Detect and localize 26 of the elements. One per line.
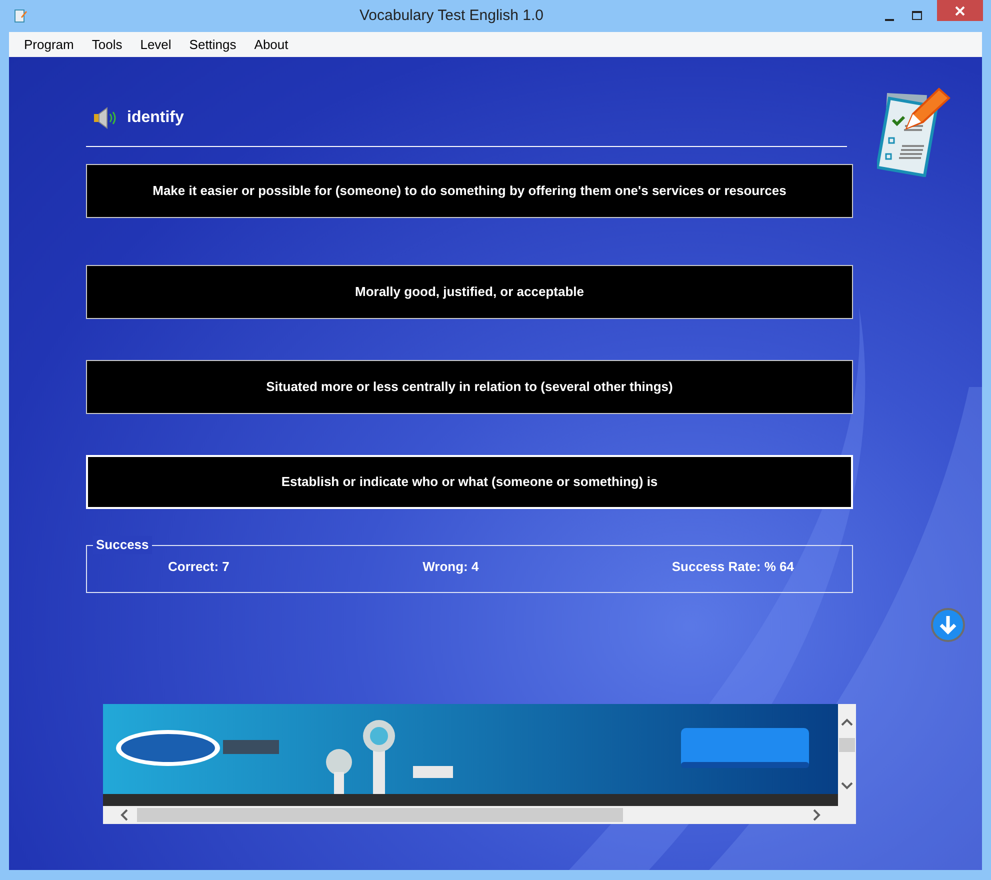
vocabulary-word: identify [127,108,184,128]
scroll-right-icon[interactable] [813,809,821,821]
menu-item[interactable]: About [245,32,298,56]
minimize-icon [884,19,894,21]
wrong-count: Wrong: 4 [422,558,479,576]
scroll-thumb[interactable] [137,808,623,822]
down-arrow-button[interactable] [929,608,967,642]
answer-option[interactable]: Situated more or less centrally in relation to (several other things) [86,360,853,414]
scroll-down-icon[interactable] [841,782,853,790]
answer-option[interactable]: Make it easier or possible for (someone) to do something by offering them one's services or resources [86,164,853,218]
menu-item[interactable]: Program [15,32,83,56]
menu-item[interactable]: Tools [82,32,132,56]
scroll-thumb[interactable] [839,738,855,752]
scroll-left-icon[interactable] [120,809,128,821]
scroll-up-icon[interactable] [841,718,853,726]
answer-option[interactable]: Morally good, justified, or acceptable [86,265,853,319]
success-rate: Success Rate: % 64 [672,558,794,576]
close-button[interactable] [937,0,983,21]
correct-count: Correct: 7 [168,558,230,576]
close-icon [955,6,965,16]
answer-option[interactable]: Establish or indicate who or what (someone or something) is [86,455,853,509]
window-title: Vocabulary Test English 1.0 [358,6,544,26]
app-icon [12,8,28,24]
menu-item[interactable]: Settings [180,32,246,56]
maximize-icon [912,11,922,21]
menu-item[interactable]: Level [131,32,180,56]
